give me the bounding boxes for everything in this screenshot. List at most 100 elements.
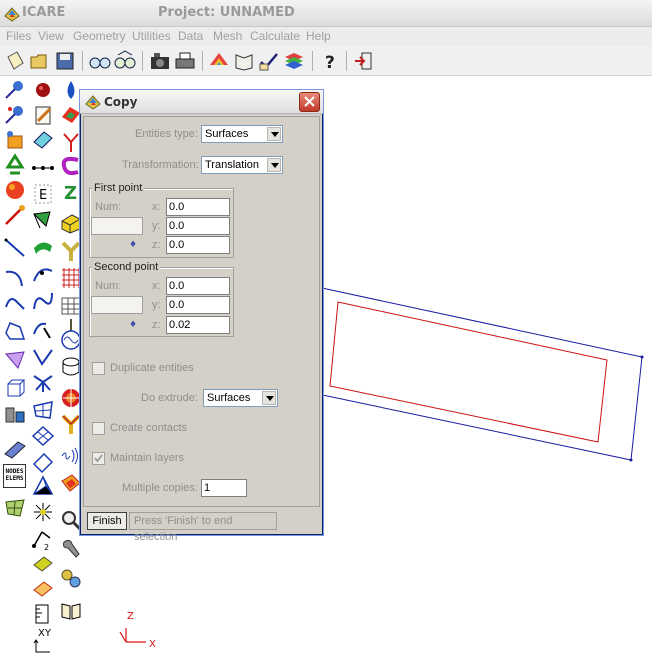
point-surface-icon[interactable] bbox=[2, 128, 28, 152]
recycle-icon[interactable] bbox=[2, 153, 28, 177]
point-pick-alt-icon[interactable] bbox=[2, 103, 28, 127]
menu-files[interactable]: Files bbox=[6, 29, 31, 43]
close-button[interactable] bbox=[299, 92, 320, 112]
wedge-icon[interactable] bbox=[30, 450, 56, 474]
finish-message: Press 'Finish' to end selection bbox=[129, 512, 277, 543]
first-y-field[interactable]: 0.0 bbox=[166, 217, 230, 235]
intersect-curve-icon[interactable] bbox=[30, 344, 56, 368]
finish-button[interactable]: Finish bbox=[87, 512, 127, 530]
do-extrude-value: Surfaces bbox=[207, 392, 251, 404]
curve-icon[interactable] bbox=[2, 291, 28, 315]
cut-curve-icon[interactable] bbox=[30, 316, 56, 340]
load-icon[interactable] bbox=[30, 551, 56, 575]
polyline-icon[interactable] bbox=[2, 319, 28, 343]
beam-icon[interactable]: 2 bbox=[30, 528, 56, 552]
menu-view[interactable]: View bbox=[38, 29, 64, 43]
icare-logo-icon bbox=[85, 95, 101, 110]
star-node-icon[interactable] bbox=[30, 500, 56, 524]
multiple-copies-label: Multiple copies: bbox=[122, 482, 198, 494]
tetra-mesh-icon[interactable] bbox=[30, 474, 56, 498]
entities-type-select[interactable]: Surfaces bbox=[201, 125, 283, 143]
first-y-label: y: bbox=[152, 220, 161, 232]
menu-mesh[interactable]: Mesh bbox=[213, 29, 242, 43]
inner-surface-outline[interactable] bbox=[329, 301, 608, 443]
surface-net-icon[interactable] bbox=[30, 424, 56, 448]
menu-bar: Files View Geometry Utilities Data Mesh … bbox=[0, 27, 652, 46]
maintain-layers-label: Maintain layers bbox=[110, 452, 184, 464]
pick-point-icon[interactable]: ♦ bbox=[126, 318, 140, 332]
arc-icon[interactable] bbox=[2, 266, 28, 290]
second-num-field[interactable] bbox=[91, 296, 143, 314]
zoom-glasses-alt-icon[interactable] bbox=[113, 49, 137, 73]
dialog-body: Entities type: Surfaces Transformation: … bbox=[83, 116, 320, 507]
new-file-icon[interactable] bbox=[3, 49, 27, 73]
cylinders-icon[interactable] bbox=[2, 402, 28, 426]
book-icon[interactable] bbox=[232, 49, 256, 73]
help-question-icon[interactable]: ? bbox=[318, 49, 342, 73]
pick-point-icon[interactable]: ♦ bbox=[126, 238, 140, 252]
do-extrude-label: Do extrude: bbox=[141, 392, 198, 404]
transformation-select[interactable]: Translation bbox=[201, 156, 283, 174]
exit-door-icon[interactable] bbox=[352, 49, 376, 73]
outer-vertex bbox=[640, 355, 644, 359]
open-book-icon[interactable] bbox=[58, 598, 84, 622]
create-contacts-checkbox[interactable] bbox=[92, 422, 105, 435]
node-segment-icon[interactable] bbox=[30, 156, 56, 180]
layers-icon[interactable] bbox=[282, 49, 306, 73]
blade-surface-icon[interactable] bbox=[30, 236, 56, 260]
tilted-plane-icon[interactable] bbox=[30, 128, 56, 152]
nodes-elems-icon[interactable]: NODES ELEMS bbox=[3, 464, 26, 488]
menu-help[interactable]: Help bbox=[306, 29, 331, 43]
surface-patch-icon[interactable] bbox=[2, 348, 28, 372]
check-tool-icon[interactable] bbox=[257, 49, 281, 73]
orange-plate-icon[interactable] bbox=[30, 576, 56, 600]
menu-geometry[interactable]: Geometry bbox=[73, 29, 126, 43]
outer-vertex bbox=[629, 458, 633, 462]
quad-mesh-icon[interactable] bbox=[30, 398, 56, 422]
second-y-field[interactable]: 0.0 bbox=[166, 296, 230, 314]
cube-wireframe-icon[interactable] bbox=[2, 376, 28, 400]
first-z-field[interactable]: 0.0 bbox=[166, 236, 230, 254]
extrude-icon[interactable] bbox=[2, 436, 28, 460]
print-icon[interactable] bbox=[173, 49, 197, 73]
wrench-icon[interactable] bbox=[58, 536, 84, 560]
outer-surface-outline[interactable] bbox=[312, 287, 643, 461]
transformation-value: Translation bbox=[205, 159, 260, 171]
vector-icon[interactable] bbox=[2, 203, 28, 227]
menu-utilities[interactable]: Utilities bbox=[132, 29, 171, 43]
gears-icon[interactable] bbox=[58, 566, 84, 590]
second-x-field[interactable]: 0.0 bbox=[166, 277, 230, 295]
icare-logo-icon bbox=[4, 7, 20, 22]
menu-calculate[interactable]: Calculate bbox=[250, 29, 300, 43]
save-disk-icon[interactable] bbox=[53, 49, 77, 73]
axis-x-label: X bbox=[149, 639, 156, 650]
ruler-icon[interactable] bbox=[30, 602, 56, 626]
surface-mesh-icon[interactable] bbox=[30, 208, 56, 232]
branch-icon[interactable] bbox=[30, 370, 56, 394]
edit-pencil-icon[interactable] bbox=[30, 103, 56, 127]
element-e-icon[interactable]: E bbox=[30, 182, 56, 206]
rainbow-palette-icon[interactable] bbox=[207, 49, 231, 73]
red-node-icon[interactable] bbox=[30, 78, 56, 102]
maintain-layers-checkbox[interactable] bbox=[92, 452, 105, 465]
second-z-field[interactable]: 0.02 bbox=[166, 316, 230, 334]
split-curve-icon[interactable] bbox=[30, 263, 56, 287]
first-num-field[interactable] bbox=[91, 217, 143, 235]
menu-data[interactable]: Data bbox=[178, 29, 203, 43]
spline-icon[interactable] bbox=[30, 289, 56, 313]
point-pick-icon[interactable] bbox=[2, 78, 28, 102]
line-icon[interactable] bbox=[2, 236, 28, 260]
open-folder-icon[interactable] bbox=[28, 49, 52, 73]
mesh-surface-icon[interactable] bbox=[2, 496, 28, 520]
dialog-title-bar[interactable]: Copy bbox=[80, 90, 323, 114]
xy-axis-icon[interactable] bbox=[32, 638, 52, 654]
multiple-copies-field[interactable]: 1 bbox=[201, 479, 247, 497]
transformation-label: Transformation: bbox=[122, 159, 199, 171]
sphere-icon[interactable] bbox=[2, 178, 28, 202]
zoom-glasses-icon[interactable] bbox=[88, 49, 112, 73]
finish-bar: Finish Press 'Finish' to end selection bbox=[83, 510, 320, 543]
duplicate-entities-checkbox[interactable] bbox=[92, 362, 105, 375]
first-x-field[interactable]: 0.0 bbox=[166, 198, 230, 216]
view-camera-icon[interactable] bbox=[148, 49, 172, 73]
do-extrude-select[interactable]: Surfaces bbox=[203, 389, 278, 407]
